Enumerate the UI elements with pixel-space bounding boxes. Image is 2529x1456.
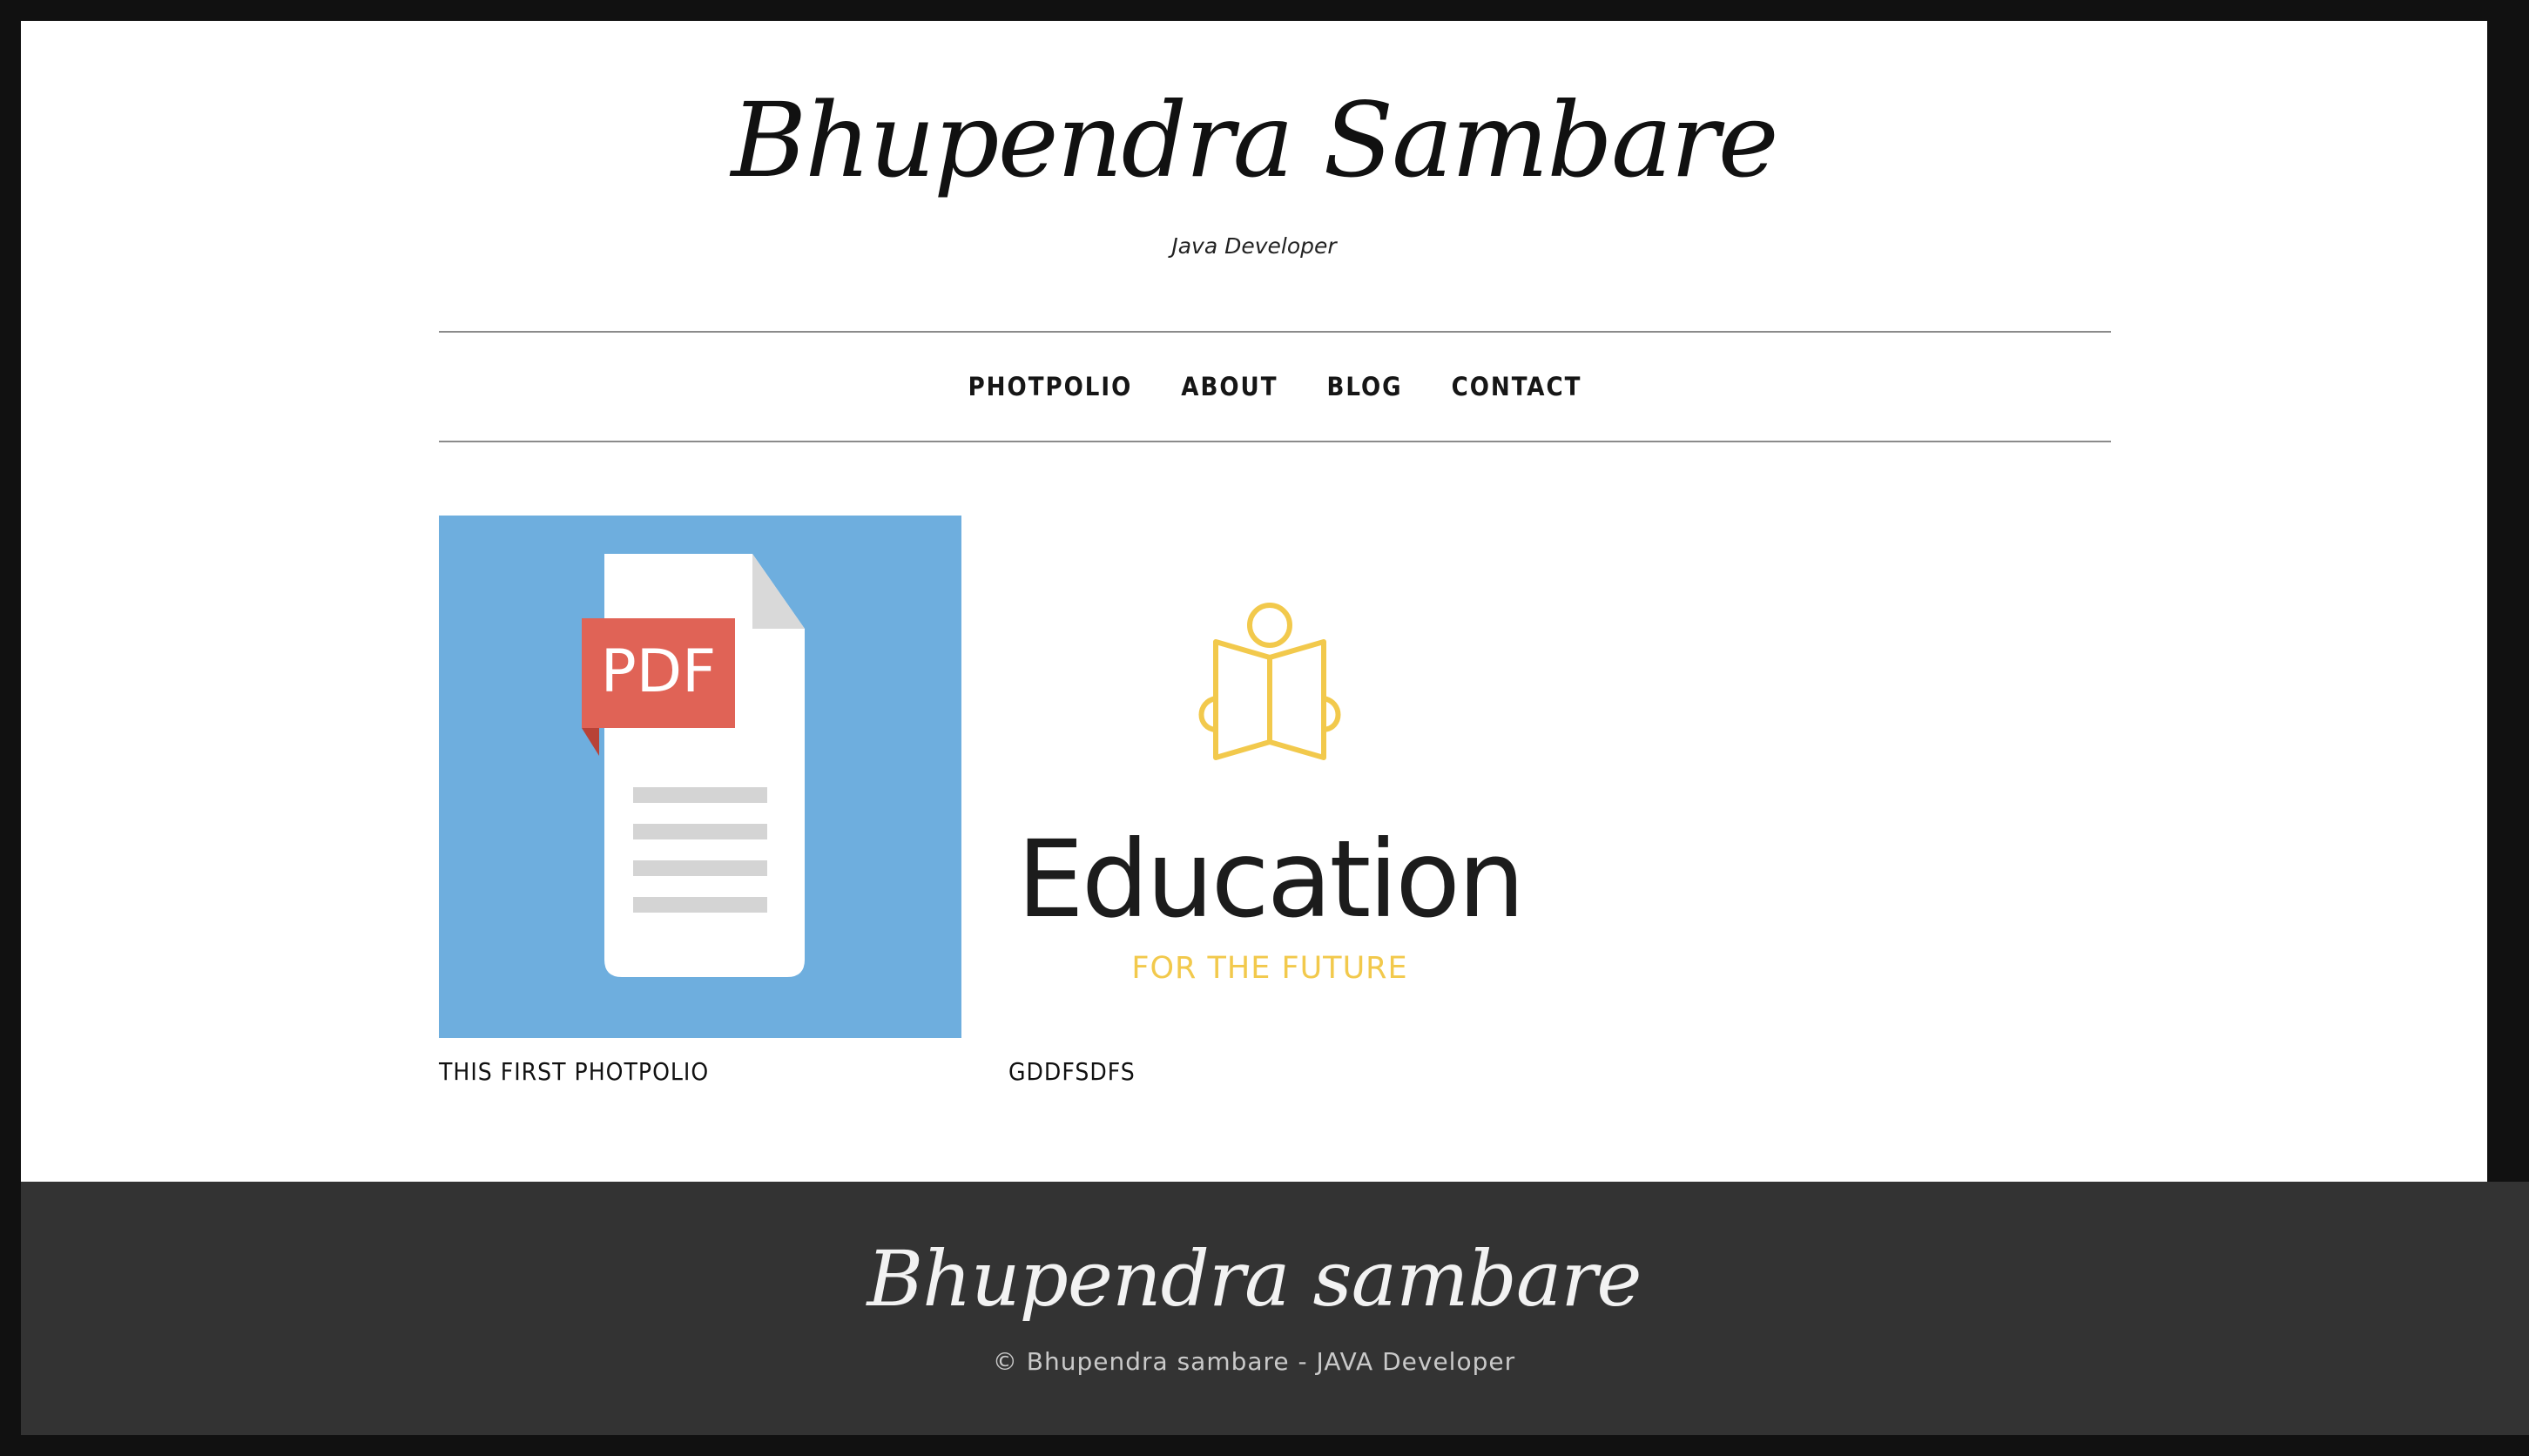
footer-brand: Bhupendra sambare <box>867 1234 1642 1324</box>
portfolio-thumbnail[interactable]: Education FOR THE FUTURE <box>1008 516 1531 1038</box>
education-heading: Education <box>1017 818 1522 941</box>
portfolio-card-title[interactable]: GDDFSDFS <box>1008 1057 1531 1086</box>
nav-item-photpolio[interactable]: PHOTPOLIO <box>968 372 1133 401</box>
nav-item-blog[interactable]: BLOG <box>1327 372 1403 401</box>
nav-item-contact[interactable]: CONTACT <box>1452 372 1582 401</box>
site-title[interactable]: Bhupendra Sambare <box>21 89 2487 192</box>
portfolio-grid: PDF THIS FIRST PHOTPOLIO Education FOR T… <box>439 516 2111 1125</box>
education-subheading: FOR THE FUTURE <box>1131 951 1407 986</box>
main-navigation: PHOTPOLIO ABOUT BLOG CONTACT <box>439 331 2111 442</box>
site-tagline: Java Developer <box>1171 233 1337 259</box>
site-footer: Bhupendra sambare © Bhupendra sambare - … <box>21 1182 2529 1435</box>
pdf-document-icon: PDF <box>582 554 805 977</box>
pdf-badge-text: PDF <box>601 637 716 706</box>
nav-item-about[interactable]: ABOUT <box>1181 372 1278 401</box>
education-logo-icon: Education FOR THE FUTURE <box>1017 603 1525 986</box>
portfolio-card[interactable]: PDF THIS FIRST PHOTPOLIO <box>439 516 961 1086</box>
footer-copyright: © Bhupendra sambare - JAVA Developer <box>992 1347 1516 1376</box>
site-header: Bhupendra Sambare Java Developer <box>21 21 2487 308</box>
portfolio-card[interactable]: Education FOR THE FUTURE GDDFSDFS <box>1008 516 1531 1086</box>
portfolio-thumbnail[interactable]: PDF <box>439 516 961 1038</box>
portfolio-card-title[interactable]: THIS FIRST PHOTPOLIO <box>439 1057 961 1086</box>
